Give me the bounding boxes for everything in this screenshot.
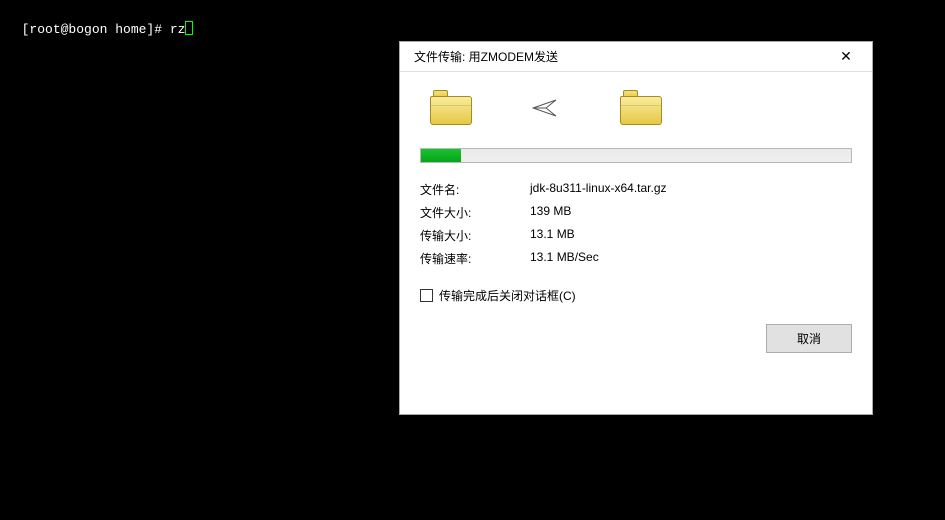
- transfer-icon-row: [420, 86, 852, 148]
- dialog-title: 文件传输: 用ZMODEM发送: [414, 48, 558, 65]
- terminal-line: [root@bogon home]# rz: [6, 6, 193, 37]
- filesize-value: 139 MB: [530, 204, 852, 221]
- zmodem-transfer-dialog: 文件传输: 用ZMODEM发送 ✕ 文件名: jdk-8u311-linux-x…: [399, 41, 873, 415]
- checkbox-icon: [420, 289, 433, 302]
- filename-value: jdk-8u311-linux-x64.tar.gz: [530, 181, 852, 198]
- close-icon: ✕: [840, 48, 852, 64]
- transfer-info: 文件名: jdk-8u311-linux-x64.tar.gz 文件大小: 13…: [420, 181, 852, 267]
- transferred-label: 传输大小:: [420, 227, 530, 244]
- dialog-titlebar[interactable]: 文件传输: 用ZMODEM发送 ✕: [400, 42, 872, 72]
- terminal-command: rz: [170, 22, 186, 37]
- filename-label: 文件名:: [420, 181, 530, 198]
- button-row: 取消: [420, 324, 852, 353]
- rate-label: 传输速率:: [420, 250, 530, 267]
- folder-source-icon: [430, 90, 472, 126]
- close-button[interactable]: ✕: [826, 43, 866, 71]
- transferred-value: 13.1 MB: [530, 227, 852, 244]
- transfer-progress-bar: [420, 148, 852, 163]
- rate-value: 13.1 MB/Sec: [530, 250, 852, 267]
- paper-plane-icon: [532, 98, 560, 118]
- filesize-label: 文件大小:: [420, 204, 530, 221]
- terminal-prompt: [root@bogon home]#: [22, 22, 170, 37]
- close-on-complete-checkbox[interactable]: 传输完成后关闭对话框(C): [420, 287, 852, 304]
- dialog-body: 文件名: jdk-8u311-linux-x64.tar.gz 文件大小: 13…: [400, 72, 872, 367]
- folder-dest-icon: [620, 90, 662, 126]
- checkbox-label: 传输完成后关闭对话框(C): [439, 287, 576, 304]
- cancel-button[interactable]: 取消: [766, 324, 852, 353]
- terminal-cursor: [185, 21, 193, 35]
- progress-fill: [421, 149, 461, 162]
